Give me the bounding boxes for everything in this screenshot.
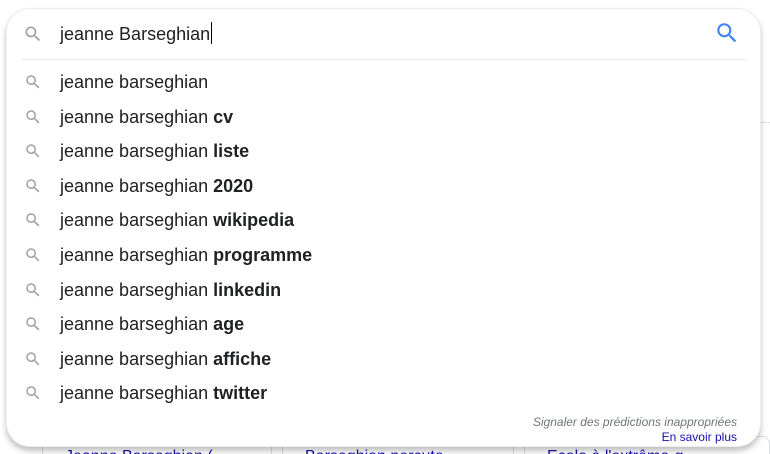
- suggestion-prefix: jeanne barseghian: [60, 348, 214, 369]
- suggestion-prefix: jeanne barseghian: [60, 314, 214, 335]
- search-icon: [26, 317, 40, 331]
- search-icon: [26, 248, 40, 262]
- dropdown-separator: [21, 59, 746, 60]
- search-icon: [26, 179, 40, 193]
- suggestion-text: jeanne barseghian programme: [60, 244, 312, 266]
- suggestion-item[interactable]: jeanne barseghian: [7, 65, 760, 100]
- suggestion-prefix: jeanne barseghian: [60, 383, 214, 404]
- suggestion-item[interactable]: jeanne barseghian affiche: [7, 342, 760, 377]
- suggestion-item[interactable]: jeanne barseghian linkedin: [7, 273, 760, 308]
- suggestion-item[interactable]: jeanne barseghian age: [7, 307, 760, 342]
- search-icon: [26, 352, 40, 366]
- text-caret: [211, 22, 213, 44]
- search-autocomplete-dropdown: jeanne Barseghian jeanne barseghian jean…: [6, 8, 761, 447]
- suggestion-completion: linkedin: [213, 279, 282, 300]
- suggestion-prefix: jeanne barseghian: [60, 210, 214, 231]
- suggestion-text: jeanne barseghian affiche: [60, 348, 271, 370]
- suggestion-completion: cv: [213, 106, 234, 127]
- suggestion-item[interactable]: jeanne barseghian 2020: [7, 169, 760, 204]
- suggestion-prefix: jeanne barseghian: [60, 279, 214, 300]
- search-icon: [26, 75, 40, 89]
- suggestion-text: jeanne barseghian twitter: [60, 382, 267, 404]
- search-button[interactable]: [714, 20, 740, 46]
- search-query-text: jeanne Barseghian: [60, 24, 211, 44]
- search-row: jeanne Barseghian: [7, 9, 760, 59]
- suggestion-item[interactable]: jeanne barseghian cv: [7, 100, 760, 135]
- suggestion-text: jeanne barseghian 2020: [60, 175, 253, 197]
- learn-more-link[interactable]: En savoir plus: [662, 430, 737, 444]
- search-icon: [25, 26, 41, 42]
- suggestion-completion: wikipedia: [213, 210, 295, 231]
- suggestion-item[interactable]: jeanne barseghian programme: [7, 238, 760, 273]
- search-icon: [26, 282, 40, 296]
- suggestion-item[interactable]: jeanne barseghian wikipedia: [7, 203, 760, 238]
- suggestion-prefix: jeanne barseghian: [60, 175, 214, 196]
- suggestion-completion: programme: [213, 244, 313, 265]
- suggestion-prefix: jeanne barseghian: [60, 72, 209, 92]
- suggestion-completion: 2020: [213, 175, 254, 196]
- search-icon: [26, 109, 40, 123]
- suggestion-completion: affiche: [213, 348, 272, 369]
- suggestion-text: jeanne barseghian cv: [60, 106, 233, 128]
- suggestion-text: jeanne barseghian linkedin: [60, 279, 281, 301]
- suggestion-text: jeanne barseghian: [60, 71, 208, 93]
- suggestion-completion: age: [213, 314, 245, 335]
- suggestion-text: jeanne barseghian liste: [60, 140, 249, 162]
- suggestion-prefix: jeanne barseghian: [60, 141, 214, 162]
- suggestion-item[interactable]: jeanne barseghian twitter: [7, 376, 760, 411]
- suggestion-text: jeanne barseghian age: [60, 313, 244, 335]
- suggestion-completion: liste: [213, 141, 250, 162]
- search-icon: [26, 213, 40, 227]
- suggestion-prefix: jeanne barseghian: [60, 244, 214, 265]
- report-predictions-link[interactable]: Signaler des prédictions inappropriées: [533, 415, 737, 429]
- suggestion-item[interactable]: jeanne barseghian liste: [7, 134, 760, 169]
- search-input[interactable]: jeanne Barseghian: [60, 22, 213, 46]
- search-icon: [26, 144, 40, 158]
- suggestion-list: jeanne barseghian jeanne barseghian cv j…: [7, 65, 760, 411]
- suggestion-completion: twitter: [213, 383, 268, 404]
- suggestion-prefix: jeanne barseghian: [60, 106, 214, 127]
- background-divider: [760, 122, 770, 123]
- search-icon: [26, 386, 40, 400]
- suggestion-text: jeanne barseghian wikipedia: [60, 209, 294, 231]
